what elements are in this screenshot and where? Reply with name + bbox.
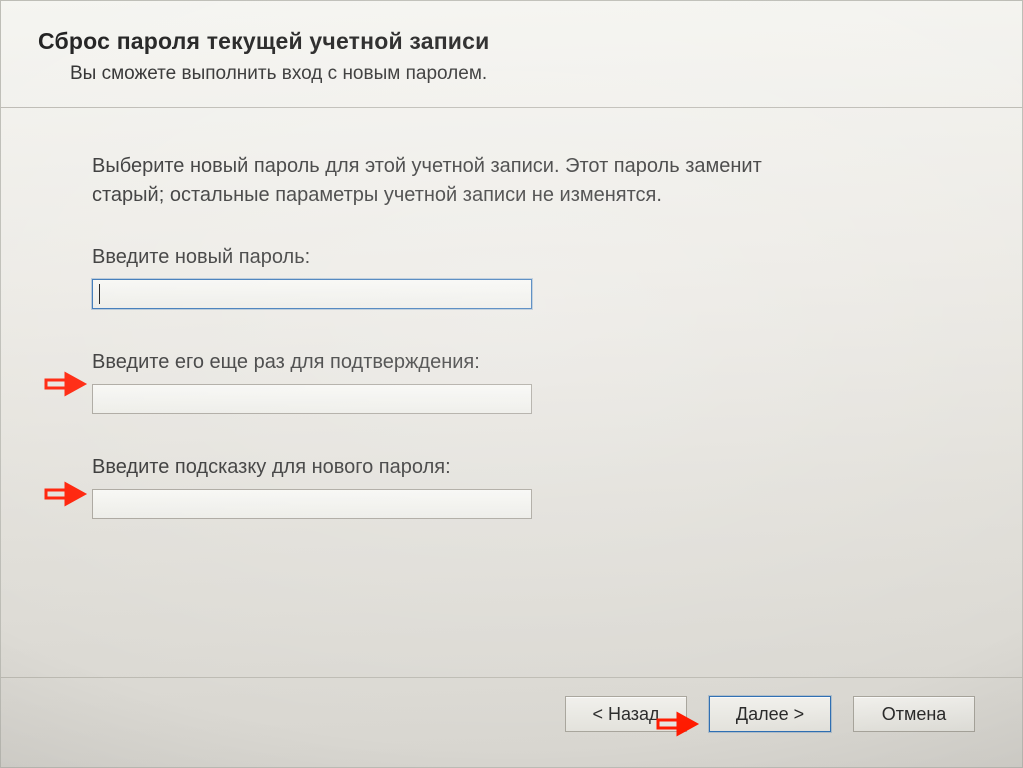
cancel-button[interactable]: Отмена (853, 696, 975, 732)
instruction-text: Выберите новый пароль для этой учетной з… (92, 152, 812, 210)
confirm-password-input[interactable] (92, 384, 532, 414)
wizard-title: Сброс пароля текущей учетной записи (38, 28, 1023, 55)
wizard-footer: < Назад Далее > Отмена (0, 677, 1023, 760)
password-reset-wizard: Сброс пароля текущей учетной записи Вы с… (0, 0, 1023, 768)
wizard-header: Сброс пароля текущей учетной записи Вы с… (0, 0, 1023, 108)
wizard-subtitle: Вы сможете выполнить вход с новым пароле… (70, 63, 1023, 85)
new-password-label: Введите новый пароль: (92, 246, 963, 269)
next-button[interactable]: Далее > (709, 696, 831, 732)
back-button[interactable]: < Назад (565, 696, 687, 732)
confirm-password-label: Введите его еще раз для подтверждения: (92, 351, 963, 374)
new-password-input[interactable] (92, 279, 532, 309)
password-hint-input[interactable] (92, 489, 532, 519)
wizard-body: Выберите новый пароль для этой учетной з… (0, 108, 1023, 519)
button-row: < Назад Далее > Отмена (565, 696, 975, 732)
password-hint-label: Введите подсказку для нового пароля: (92, 456, 963, 479)
text-cursor (99, 284, 100, 304)
